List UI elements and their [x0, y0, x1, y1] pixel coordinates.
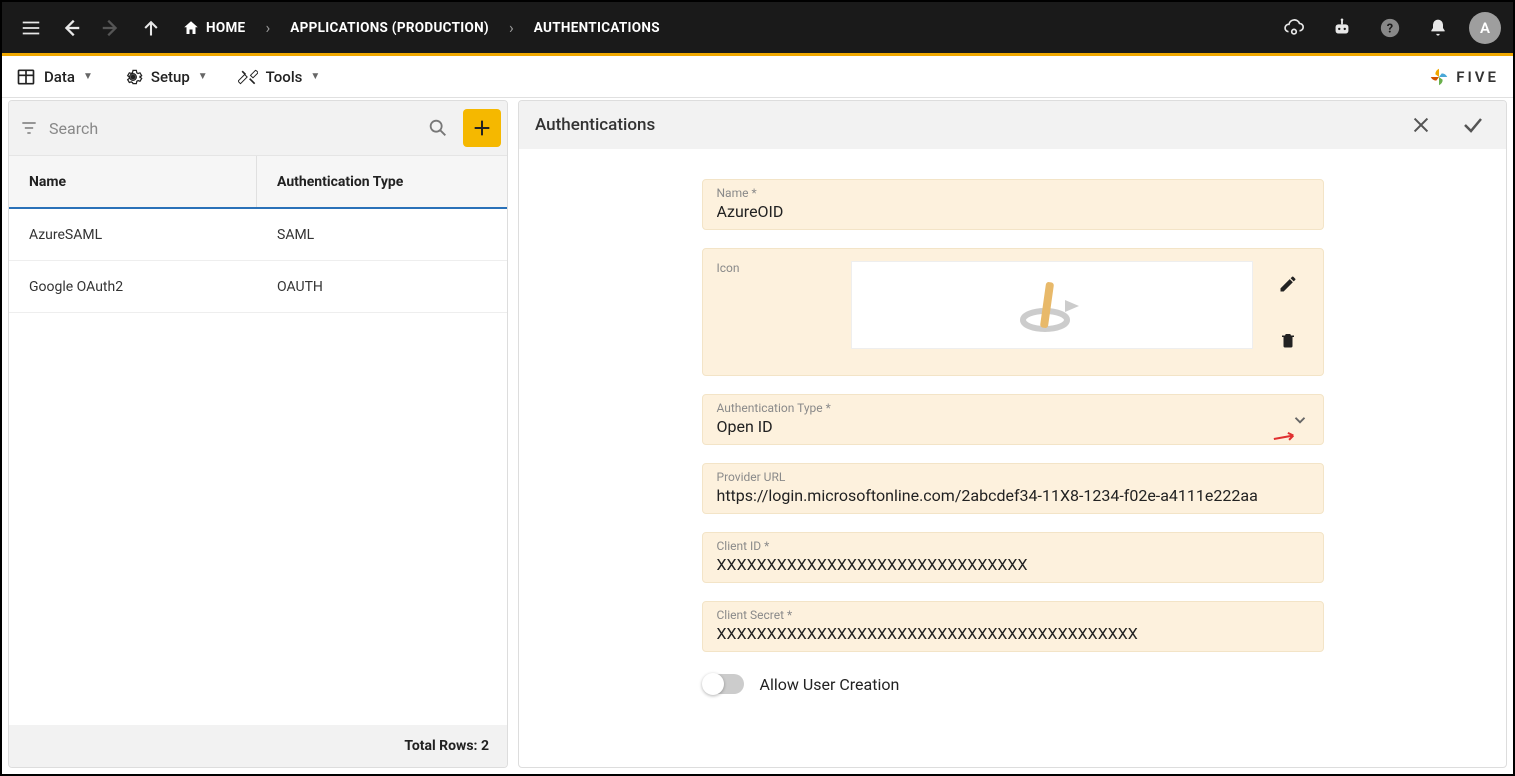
breadcrumb-label: AUTHENTICATIONS — [534, 20, 660, 36]
list-panel: Name Authentication Type AzureSAML SAML … — [8, 100, 508, 768]
client-id-input[interactable] — [717, 555, 1309, 574]
detail-header: Authentications — [519, 101, 1506, 149]
cell-name: AzureSAML — [9, 209, 257, 260]
chevron-down-icon[interactable] — [1291, 411, 1309, 429]
forward-icon — [94, 11, 128, 45]
search-input[interactable] — [49, 119, 413, 138]
delete-icon-button[interactable] — [1271, 323, 1305, 357]
grid-icon — [16, 67, 36, 87]
detail-panel: Authentications Name * Icon — [518, 100, 1507, 768]
edit-icon-button[interactable] — [1271, 267, 1305, 301]
avatar-letter: A — [1480, 19, 1490, 37]
help-icon[interactable]: ? — [1373, 11, 1407, 45]
client-secret-input[interactable] — [717, 624, 1309, 643]
menu-icon[interactable] — [14, 11, 48, 45]
table-footer: Total Rows: 2 — [9, 725, 507, 767]
toggle-knob — [702, 673, 724, 695]
client-id-label: Client ID * — [717, 539, 1309, 553]
form-area: Name * Icon — [519, 149, 1506, 767]
provider-url-input[interactable] — [717, 486, 1309, 505]
footer-count: 2 — [481, 738, 489, 754]
table-row[interactable]: Google OAuth2 OAUTH — [9, 261, 507, 313]
breadcrumb-label: HOME — [206, 20, 245, 36]
close-icon — [1410, 114, 1432, 136]
auth-type-label: Authentication Type * — [717, 401, 1309, 415]
gear-icon — [123, 67, 143, 87]
client-id-field[interactable]: Client ID * — [702, 532, 1324, 583]
openid-icon — [1017, 278, 1087, 332]
toolbar-tools-label: Tools — [266, 68, 303, 86]
chevron-right-icon: › — [503, 18, 520, 37]
toolbar-setup[interactable]: Setup ▼ — [123, 67, 208, 87]
column-type[interactable]: Authentication Type — [257, 156, 507, 207]
brand-text: FIVE — [1456, 68, 1499, 86]
toolbar-data-label: Data — [44, 68, 75, 86]
detail-title: Authentications — [535, 115, 655, 135]
provider-url-label: Provider URL — [717, 470, 1309, 484]
name-field[interactable]: Name * — [702, 179, 1324, 230]
detail-actions — [1404, 108, 1490, 142]
cell-type: SAML — [257, 209, 507, 260]
check-icon — [1461, 113, 1485, 137]
column-name[interactable]: Name — [9, 156, 257, 207]
search-icon[interactable] — [419, 117, 457, 139]
cloud-icon[interactable] — [1277, 11, 1311, 45]
header-right: ? A — [1277, 11, 1501, 45]
allow-user-creation-row: Allow User Creation — [702, 670, 1324, 698]
trash-icon — [1279, 331, 1297, 349]
toolbar-tools[interactable]: Tools ▼ — [238, 67, 321, 87]
home-icon — [182, 19, 200, 37]
auth-type-value: Open ID — [717, 417, 1309, 436]
tools-icon — [238, 67, 258, 87]
pencil-icon — [1278, 274, 1298, 294]
auth-type-field[interactable]: Authentication Type * Open ID — [702, 394, 1324, 445]
search-row — [9, 101, 507, 155]
name-label: Name * — [717, 186, 1309, 200]
chevron-right-icon: › — [259, 18, 276, 37]
avatar[interactable]: A — [1469, 12, 1501, 44]
icon-label: Icon — [717, 261, 837, 275]
icon-controls — [1267, 261, 1309, 363]
table-row[interactable]: AzureSAML SAML — [9, 209, 507, 261]
cell-type: OAUTH — [257, 261, 507, 312]
table-header: Name Authentication Type — [9, 155, 507, 209]
breadcrumb-label: APPLICATIONS (PRODUCTION) — [290, 20, 489, 36]
caret-down-icon: ▼ — [83, 71, 93, 82]
breadcrumb-authentications[interactable]: AUTHENTICATIONS — [526, 20, 668, 36]
icon-preview[interactable] — [851, 261, 1253, 349]
breadcrumb-home[interactable]: HOME — [174, 19, 253, 37]
cell-name: Google OAuth2 — [9, 261, 257, 312]
caret-down-icon: ▼ — [198, 71, 208, 82]
breadcrumb-applications[interactable]: APPLICATIONS (PRODUCTION) — [282, 20, 497, 36]
icon-field: Icon — [702, 248, 1324, 376]
allow-user-creation-label: Allow User Creation — [760, 675, 900, 694]
caret-down-icon: ▼ — [310, 71, 320, 82]
brand-logo: FIVE — [1428, 66, 1499, 88]
bell-icon[interactable] — [1421, 11, 1455, 45]
main-content: Name Authentication Type AzureSAML SAML … — [2, 98, 1513, 774]
provider-url-field[interactable]: Provider URL — [702, 463, 1324, 514]
svg-text:?: ? — [1387, 21, 1393, 36]
robot-icon[interactable] — [1325, 11, 1359, 45]
client-secret-field[interactable]: Client Secret * — [702, 601, 1324, 652]
up-icon[interactable] — [134, 11, 168, 45]
toolbar: Data ▼ Setup ▼ Tools ▼ FIVE — [2, 56, 1513, 98]
toolbar-setup-label: Setup — [151, 68, 190, 86]
client-secret-label: Client Secret * — [717, 608, 1309, 622]
filter-icon[interactable] — [15, 118, 43, 138]
close-button[interactable] — [1404, 108, 1438, 142]
plus-icon — [471, 117, 493, 139]
add-button[interactable] — [463, 109, 501, 147]
name-input[interactable] — [717, 202, 1309, 221]
save-button[interactable] — [1456, 108, 1490, 142]
header-left: HOME › APPLICATIONS (PRODUCTION) › AUTHE… — [14, 11, 668, 45]
app-header: HOME › APPLICATIONS (PRODUCTION) › AUTHE… — [2, 2, 1513, 56]
allow-user-creation-toggle[interactable] — [704, 674, 744, 694]
footer-label: Total Rows: — [404, 738, 477, 754]
back-icon[interactable] — [54, 11, 88, 45]
pinwheel-icon — [1428, 66, 1450, 88]
toolbar-data[interactable]: Data ▼ — [16, 67, 93, 87]
form-inner: Name * Icon — [702, 179, 1324, 698]
table-body: AzureSAML SAML Google OAuth2 OAUTH — [9, 209, 507, 725]
